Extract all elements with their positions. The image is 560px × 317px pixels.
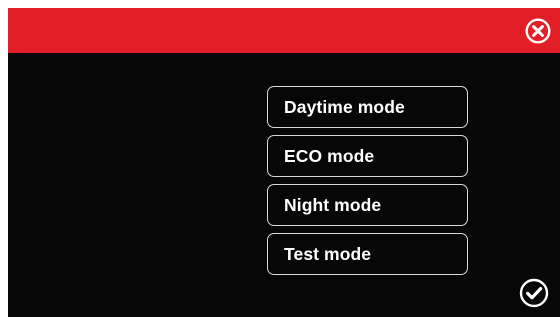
daytime-mode-label: Daytime mode — [284, 96, 405, 117]
test-mode-label: Test mode — [284, 243, 372, 264]
daytime-mode-button[interactable]: Daytime mode — [267, 86, 468, 128]
eco-mode-label: ECO mode — [284, 145, 375, 166]
app-screen: Daytime mode ECO mode Night mode Test mo… — [8, 8, 560, 317]
header-bar — [8, 8, 560, 53]
check-circle-icon — [519, 278, 549, 308]
close-button[interactable] — [525, 18, 551, 44]
eco-mode-button[interactable]: ECO mode — [267, 135, 468, 177]
night-mode-button[interactable]: Night mode — [267, 184, 468, 226]
test-mode-button[interactable]: Test mode — [267, 233, 468, 275]
night-mode-label: Night mode — [284, 194, 382, 215]
mode-menu: Daytime mode ECO mode Night mode Test mo… — [267, 86, 468, 282]
close-circle-icon — [525, 18, 551, 44]
confirm-button[interactable] — [519, 278, 549, 308]
